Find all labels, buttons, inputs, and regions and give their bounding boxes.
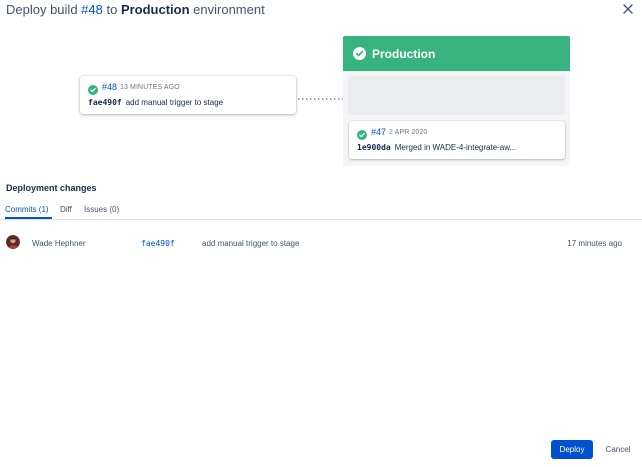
previous-commit-hash: 1e900da bbox=[357, 143, 391, 152]
deployment-drop-slot bbox=[348, 76, 565, 115]
commit-time: 17 minutes ago bbox=[567, 239, 622, 248]
environment-panel: Production #47 2 APR 2020 1e900da Merged… bbox=[343, 36, 570, 166]
title-suffix: environment bbox=[189, 2, 265, 17]
table-row: Wade Hephner fae490f add manual trigger … bbox=[0, 233, 642, 253]
previous-commit-message: Merged in WADE-4-integrate-aw... bbox=[394, 143, 517, 152]
commit-author: Wade Hephner bbox=[32, 239, 86, 248]
close-icon[interactable] bbox=[620, 1, 636, 17]
title-prefix: Deploy build bbox=[6, 2, 82, 17]
source-build-header: #48 13 MINUTES AGO bbox=[88, 82, 180, 95]
environment-header: Production bbox=[343, 36, 570, 71]
source-build-time: 13 MINUTES AGO bbox=[120, 83, 180, 91]
avatar bbox=[6, 235, 20, 249]
check-circle-icon bbox=[88, 82, 98, 95]
previous-build-date: 2 APR 2020 bbox=[389, 128, 428, 136]
title-build-link[interactable]: #48 bbox=[81, 2, 103, 17]
previous-build-header: #47 2 APR 2020 bbox=[357, 127, 428, 140]
commit-hash-link[interactable]: fae490f bbox=[141, 239, 175, 248]
dialog-title: Deploy build #48 to Production environme… bbox=[6, 2, 265, 17]
changes-tabs: Commits (1) Diff Issues (0) bbox=[0, 202, 642, 220]
commit-message: add manual trigger to stage bbox=[202, 239, 300, 248]
source-commit-message: add manual trigger to stage bbox=[125, 98, 224, 107]
tab-issues[interactable]: Issues (0) bbox=[84, 205, 119, 214]
source-build-commit: fae490f add manual trigger to stage bbox=[88, 98, 223, 107]
section-title: Deployment changes bbox=[6, 183, 97, 193]
tab-commits[interactable]: Commits (1) bbox=[5, 205, 49, 214]
check-circle-icon bbox=[353, 47, 366, 60]
title-environment: Production bbox=[120, 2, 190, 17]
source-commit-hash: fae490f bbox=[88, 98, 122, 107]
previous-build-commit: 1e900da Merged in WADE-4-integrate-aw... bbox=[357, 143, 516, 152]
source-build-card[interactable]: #48 13 MINUTES AGO fae490f add manual tr… bbox=[80, 76, 296, 114]
tab-diff[interactable]: Diff bbox=[60, 205, 72, 214]
title-mid: to bbox=[102, 2, 121, 17]
check-circle-icon bbox=[357, 127, 367, 140]
deploy-button[interactable]: Deploy bbox=[551, 440, 593, 459]
previous-build-card[interactable]: #47 2 APR 2020 1e900da Merged in WADE-4-… bbox=[349, 121, 565, 159]
active-tab-indicator bbox=[5, 217, 52, 219]
cancel-button[interactable]: Cancel bbox=[600, 440, 636, 459]
source-build-link[interactable]: #48 bbox=[102, 82, 117, 92]
environment-name: Production bbox=[372, 46, 436, 61]
previous-build-link[interactable]: #47 bbox=[371, 127, 386, 137]
